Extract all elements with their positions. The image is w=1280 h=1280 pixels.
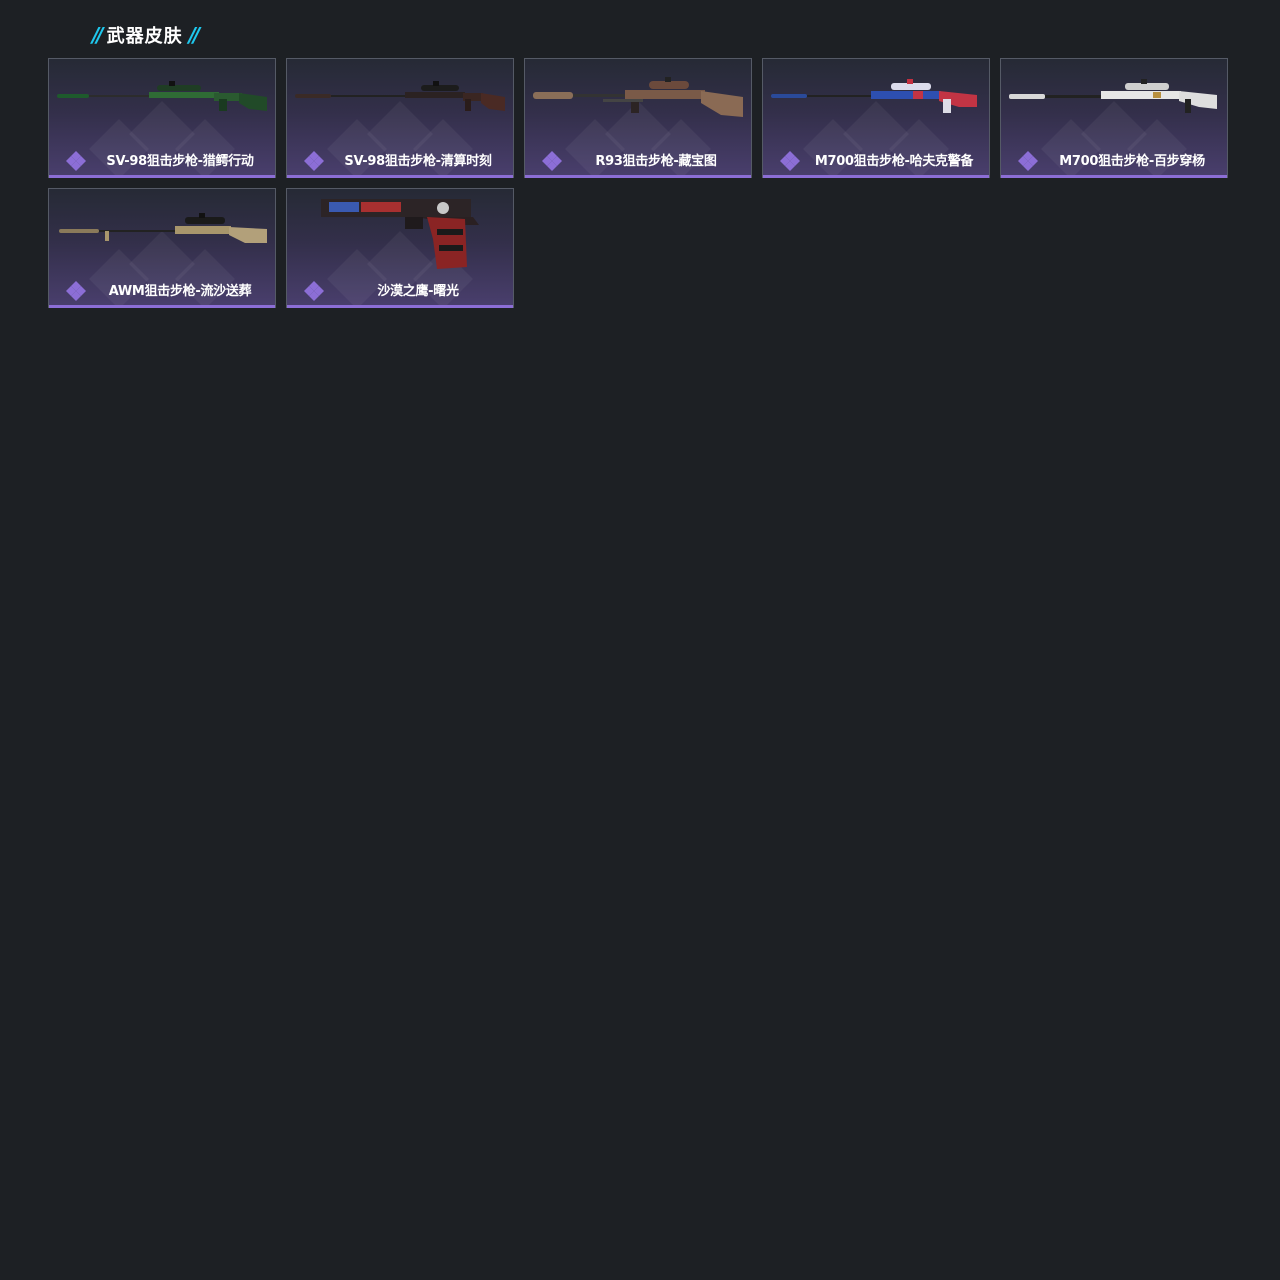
title-deco-right: // <box>188 23 200 47</box>
rarity-diamond-icon <box>1018 151 1038 171</box>
sniper-rifle-icon <box>59 213 267 243</box>
sniper-rifle-icon <box>533 77 743 117</box>
sniper-rifle-icon <box>771 79 977 113</box>
skin-name: M700狙击步枪-哈夫克警备 <box>814 154 974 169</box>
skin-card[interactable]: SV-98狙击步枪-清算时刻 <box>286 58 514 178</box>
rarity-diamond-icon <box>780 151 800 171</box>
pistol-icon <box>321 199 479 269</box>
skin-name: M700狙击步枪-百步穿杨 <box>1059 154 1205 169</box>
rarity-diamond-icon <box>542 151 562 171</box>
skin-card[interactable]: SV-98狙击步枪-猎鳄行动 <box>48 58 276 178</box>
skin-card[interactable]: 沙漠之鹰-曙光 <box>286 188 514 308</box>
rarity-diamond-icon <box>304 281 324 301</box>
rarity-diamond-icon <box>66 151 86 171</box>
skin-grid: SV-98狙击步枪-猎鳄行动 SV-98狙击步枪-清算时刻 R93狙击步枪-藏宝… <box>48 58 1228 308</box>
skin-card[interactable]: M700狙击步枪-百步穿杨 <box>1000 58 1228 178</box>
skin-card[interactable]: AWM狙击步枪-流沙送葬 <box>48 188 276 308</box>
sniper-rifle-icon <box>1009 79 1217 113</box>
rarity-diamond-icon <box>304 151 324 171</box>
skin-card[interactable]: M700狙击步枪-哈夫克警备 <box>762 58 990 178</box>
section-header: // 武器皮肤 // <box>90 22 200 48</box>
sniper-rifle-icon <box>295 81 505 111</box>
sniper-rifle-icon <box>57 81 267 111</box>
skin-name: SV-98狙击步枪-猎鳄行动 <box>106 154 254 169</box>
skin-card[interactable]: R93狙击步枪-藏宝图 <box>524 58 752 178</box>
skin-name: R93狙击步枪-藏宝图 <box>595 154 717 169</box>
section-title: 武器皮肤 <box>106 26 183 47</box>
rarity-diamond-icon <box>66 281 86 301</box>
skin-name: AWM狙击步枪-流沙送葬 <box>108 284 252 299</box>
skin-name: SV-98狙击步枪-清算时刻 <box>344 154 492 169</box>
skin-name: 沙漠之鹰-曙光 <box>377 284 459 299</box>
title-deco-left: // <box>92 23 103 47</box>
